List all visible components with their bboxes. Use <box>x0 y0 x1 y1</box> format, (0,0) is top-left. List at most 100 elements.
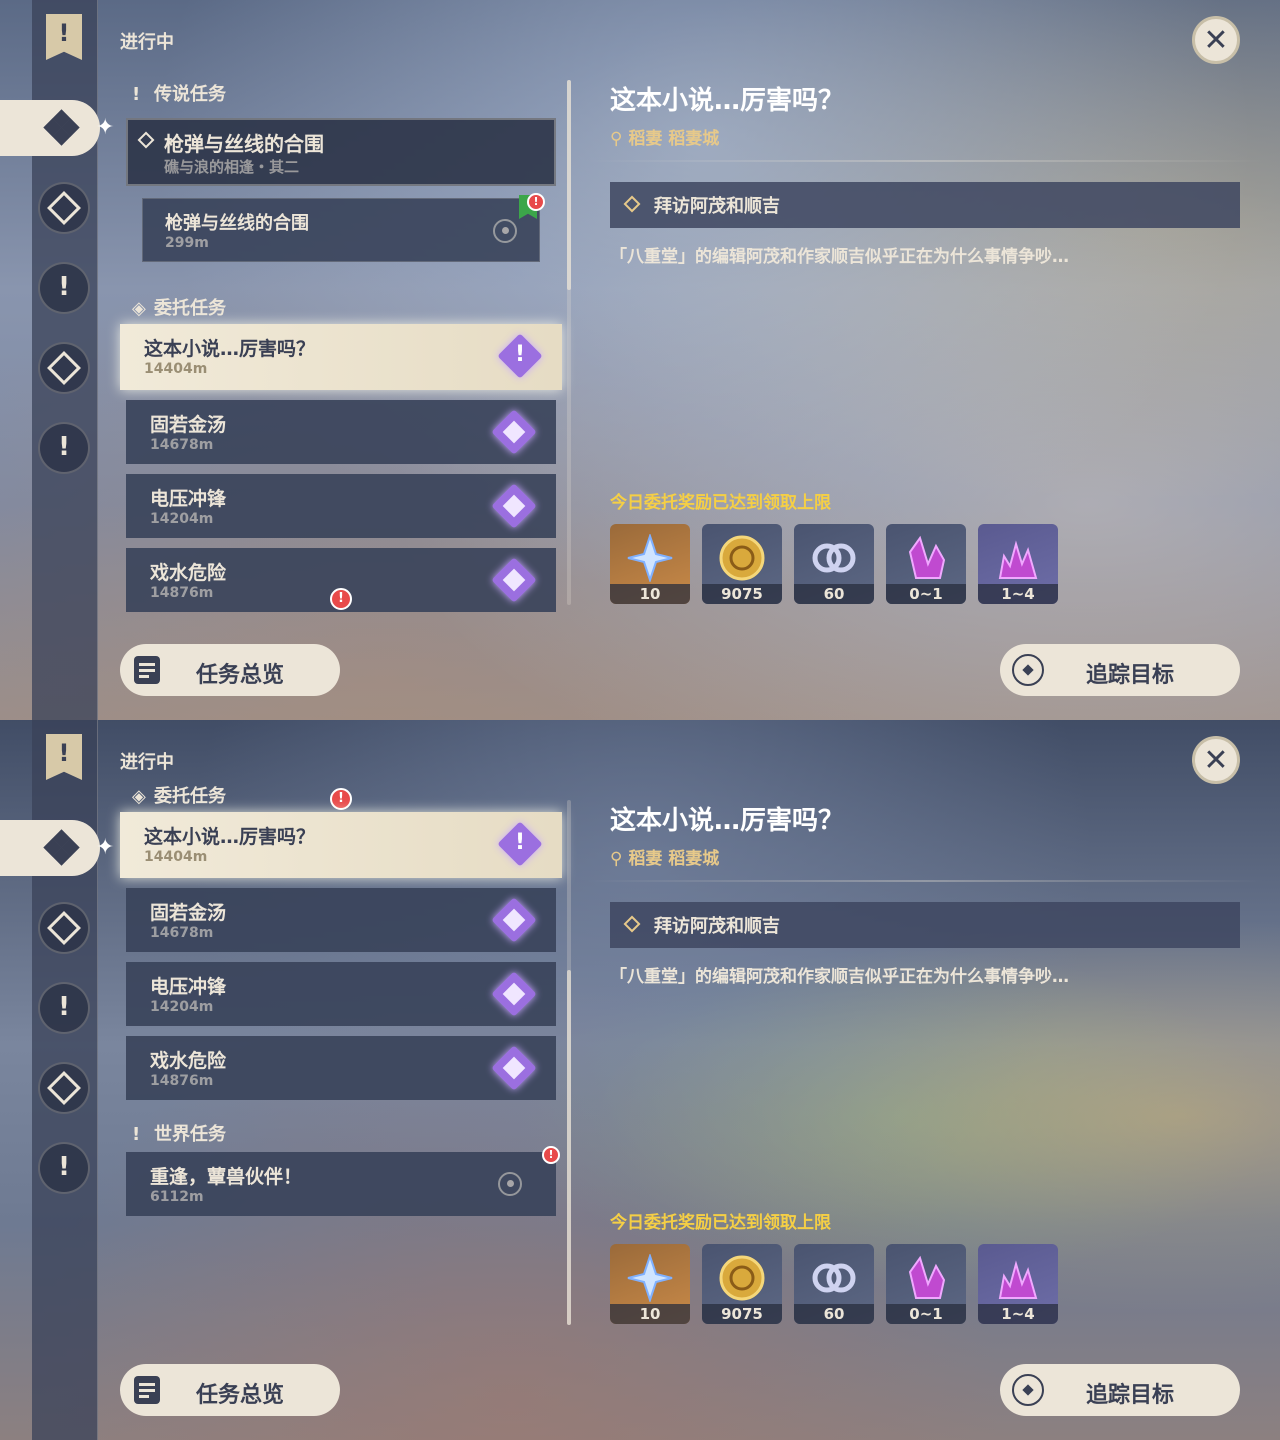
close-button[interactable]: ✕ <box>1192 736 1240 784</box>
section-header-commission: ◈ 委托任务 <box>132 786 226 807</box>
legendary-quest-subtitle: 礁与浪的相逢・其二 <box>164 158 300 176</box>
track-target-icon <box>1012 1374 1044 1406</box>
commission-title: 固若金汤 <box>150 414 227 436</box>
reward-item[interactable]: 9075 <box>702 1244 782 1324</box>
crystal-chunk-icon <box>902 1254 950 1302</box>
alert-badge-icon: ! <box>542 1146 560 1164</box>
quest-screen-panel-top: ! ✦ ! ! 进行中 ! 传说任务 枪弹与丝线的合围 礁与浪的相逢・其二 枪弹与… <box>0 0 1280 720</box>
legendary-quest-title: 枪弹与丝线的合围 <box>164 132 324 156</box>
reward-limit-note: 今日委托奖励已达到领取上限 <box>610 493 831 513</box>
nav-commission-quest[interactable] <box>38 342 90 394</box>
reward-item[interactable]: 0~1 <box>886 524 966 604</box>
close-button[interactable]: ✕ <box>1192 16 1240 64</box>
sparkle-icon: ✦ <box>96 835 115 860</box>
archon-quest-icon <box>47 191 81 225</box>
divider <box>585 160 1265 162</box>
commission-title: 电压冲锋 <box>150 976 227 998</box>
nav-world-quest[interactable]: ! <box>38 1142 90 1194</box>
commission-card-selected[interactable]: 这本小说…厉害吗？ 14404m ! <box>120 812 562 878</box>
reward-item[interactable]: 0~1 <box>886 1244 966 1324</box>
commission-title: 这本小说…厉害吗？ <box>144 338 316 360</box>
commission-title: 固若金汤 <box>150 902 227 924</box>
commission-star-icon: ! <box>497 333 543 379</box>
reward-limit-note: 今日委托奖励已达到领取上限 <box>610 1213 831 1233</box>
commission-distance: 14876m <box>150 585 214 601</box>
commission-title: 戏水危险 <box>150 562 227 584</box>
divider <box>585 880 1265 882</box>
commission-star-icon <box>491 409 537 455</box>
commission-star-icon <box>491 1045 537 1091</box>
commission-card[interactable]: 电压冲锋 14204m <box>126 962 556 1026</box>
quest-list-scrollbar[interactable] <box>567 800 571 1325</box>
companionship-exp-icon <box>810 1254 858 1302</box>
legendary-quest-card[interactable]: 枪弹与丝线的合围 礁与浪的相逢・其二 <box>126 118 556 186</box>
commission-star-icon <box>491 971 537 1017</box>
quest-description: 「八重堂」的编辑阿茂和作家顺吉似乎正在为什么事情争吵… <box>610 247 1069 267</box>
location-icon: ⚲ <box>610 849 629 869</box>
step-diamond-icon <box>623 195 641 213</box>
status-label: 进行中 <box>120 32 174 53</box>
quest-description: 「八重堂」的编辑阿茂和作家顺吉似乎正在为什么事情争吵… <box>610 967 1069 987</box>
location-pin-icon[interactable] <box>498 1172 522 1196</box>
crystal-cluster-icon <box>994 534 1042 582</box>
commission-card[interactable]: 电压冲锋 14204m <box>126 474 556 538</box>
reward-item[interactable]: 60 <box>794 1244 874 1324</box>
nav-story-quest[interactable]: ! <box>38 982 90 1034</box>
reward-item[interactable]: 10 <box>610 1244 690 1324</box>
commission-card[interactable]: 固若金汤 14678m <box>126 888 556 952</box>
world-quest-card[interactable]: 重逢，蕈兽伙伴！ 6112m ! <box>126 1146 560 1216</box>
primogem-icon <box>626 532 674 584</box>
quest-overview-button[interactable]: 任务总览 <box>120 644 340 696</box>
legendary-diamond-icon <box>137 131 155 149</box>
commission-title: 电压冲锋 <box>150 488 227 510</box>
archon-quest-icon <box>47 911 81 945</box>
quest-screen-panel-bottom: ! ✦ ! ! 进行中 ◈ 委托任务 ! 这本小说…厉害吗？ 14404m ! 固… <box>0 720 1280 1440</box>
alert-badge-icon: ! <box>527 193 545 211</box>
nav-archon-quest[interactable] <box>38 902 90 954</box>
reward-item[interactable]: 60 <box>794 524 874 604</box>
story-quest-icon: ! <box>58 272 70 302</box>
commission-star-icon: ! <box>497 821 543 867</box>
commission-title: 戏水危险 <box>150 1050 227 1072</box>
legendary-quest-step-card[interactable]: 枪弹与丝线的合围 299m ! <box>142 193 545 262</box>
mora-icon <box>718 1254 766 1302</box>
nav-story-quest[interactable]: ! <box>38 262 90 314</box>
track-target-button[interactable]: 追踪目标 <box>1000 1364 1240 1416</box>
commission-card[interactable]: 固若金汤 14678m <box>126 400 556 464</box>
commission-header-icon: ◈ <box>132 786 146 807</box>
world-quest-header-icon: ! <box>132 1124 141 1145</box>
section-header-world: ! 世界任务 <box>132 1124 226 1145</box>
location-pin-icon[interactable] <box>493 219 517 243</box>
primogem-icon <box>626 1252 674 1304</box>
nav-commission-tab-active[interactable] <box>0 100 100 156</box>
nav-archon-quest[interactable] <box>38 182 90 234</box>
commission-card-selected[interactable]: 这本小说…厉害吗？ 14404m ! <box>120 324 562 390</box>
mora-icon <box>718 534 766 582</box>
quest-overview-button[interactable]: 任务总览 <box>120 1364 340 1416</box>
reward-item[interactable]: 1~4 <box>978 1244 1058 1324</box>
quest-location: ⚲ 稻妻 稻妻城 <box>610 849 720 869</box>
close-icon: ✕ <box>1203 23 1229 58</box>
legendary-step-distance: 299m <box>165 235 209 251</box>
nav-commission-tab-active[interactable] <box>0 820 100 876</box>
section-header-commission: ◈ 委托任务 <box>132 298 226 319</box>
world-quest-icon: ! <box>58 432 70 462</box>
section-header-legendary: ! 传说任务 <box>132 84 226 105</box>
commission-distance: 14876m <box>150 1073 214 1089</box>
nav-commission-quest[interactable] <box>38 1062 90 1114</box>
quest-step-bar: 拜访阿茂和顺吉 <box>610 902 1240 948</box>
reward-item[interactable]: 10 <box>610 524 690 604</box>
location-icon: ⚲ <box>610 129 629 149</box>
nav-world-quest[interactable]: ! <box>38 422 90 474</box>
quest-list-scrollbar[interactable] <box>567 80 571 605</box>
scroll-alert-icon: ! <box>330 588 352 610</box>
commission-star-icon <box>491 897 537 943</box>
commission-card[interactable]: 戏水危险 14876m <box>126 1036 556 1100</box>
scroll-alert-icon: ! <box>330 788 352 810</box>
track-target-button[interactable]: 追踪目标 <box>1000 644 1240 696</box>
commission-distance: 14204m <box>150 511 214 527</box>
reward-item[interactable]: 1~4 <box>978 524 1058 604</box>
commission-distance: 14678m <box>150 925 214 941</box>
reward-item[interactable]: 9075 <box>702 524 782 604</box>
legendary-step-title: 枪弹与丝线的合围 <box>165 213 309 234</box>
